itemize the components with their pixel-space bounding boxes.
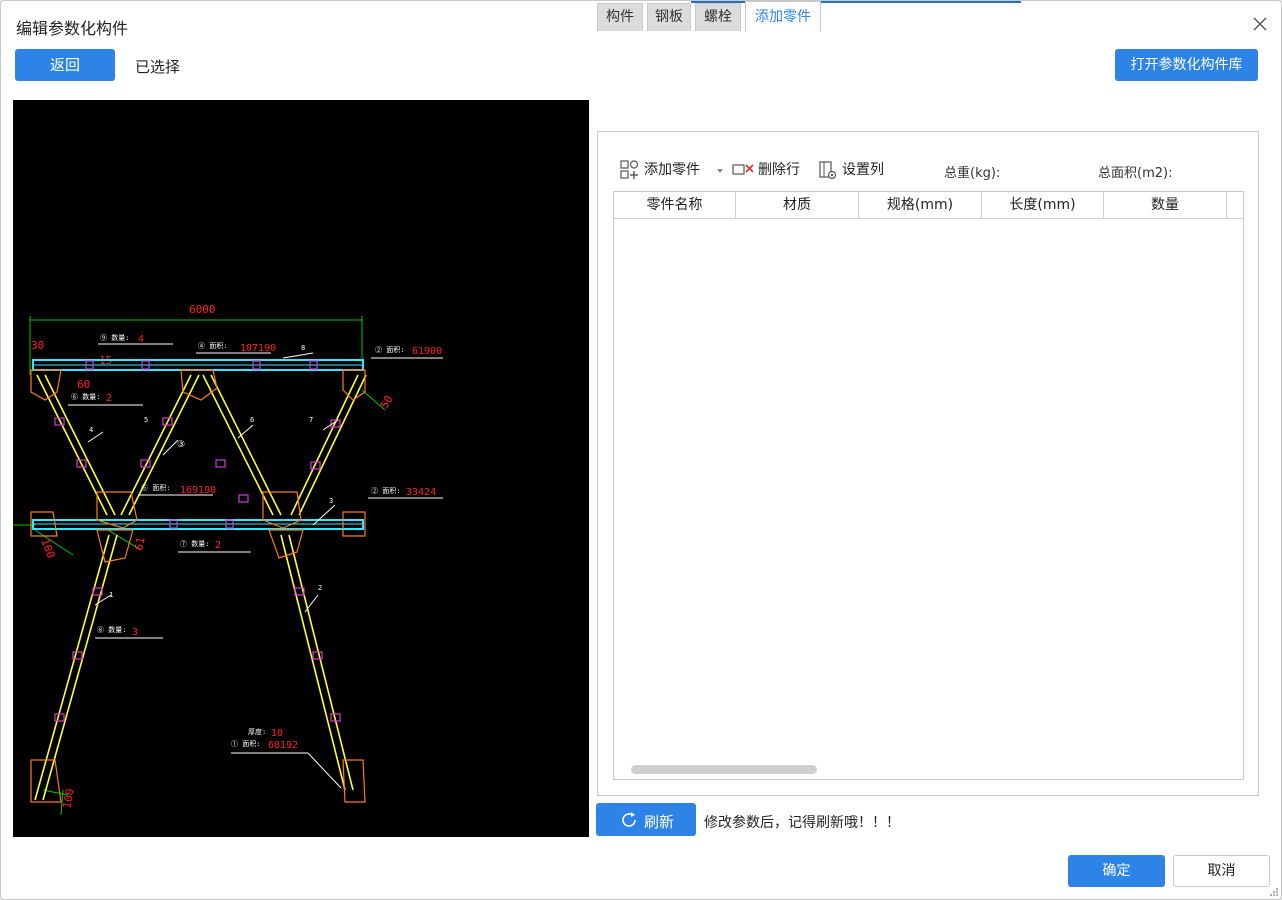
part-mark-7: 7 <box>309 416 313 424</box>
anno-bottom-thk-label: 厚度: <box>248 727 266 736</box>
dim-left-60: 60 <box>77 378 90 391</box>
add-part-icon <box>620 160 639 179</box>
set-columns-label: 设置列 <box>842 162 884 178</box>
anno-mid-right-label: ② 面积: <box>371 486 400 495</box>
anno-low-center-value: 2 <box>215 540 221 551</box>
tab-bolt[interactable]: 螺栓 <box>695 3 741 31</box>
refresh-icon <box>622 812 636 827</box>
part-mark-8: 8 <box>301 344 305 352</box>
cancel-button[interactable]: 取消 <box>1173 855 1270 887</box>
column-header-length[interactable]: 长度(mm) <box>982 192 1104 219</box>
part-mark-6: 6 <box>250 416 254 424</box>
parts-table: 零件名称 材质 规格(mm) 长度(mm) 数量 <box>613 191 1244 780</box>
anno-top-right-label: ② 面积: <box>375 345 404 354</box>
open-parametric-library-button[interactable]: 打开参数化构件库 <box>1115 49 1258 81</box>
anno-bottom-area-value: 68192 <box>268 740 298 751</box>
gusset-plates <box>30 369 366 803</box>
tab-add-part[interactable]: 添加零件 <box>745 1 821 32</box>
dim-bottom-100: 100 <box>60 788 76 810</box>
refresh-hint: 修改参数后，记得刷新哦！！！ <box>704 815 900 831</box>
resize-grip-icon[interactable] <box>1267 885 1279 897</box>
close-icon[interactable] <box>1251 15 1269 33</box>
dialog-title: 编辑参数化构件 <box>16 19 129 38</box>
anno-top-left-value: 4 <box>138 334 144 345</box>
anno-mid-left-value: 2 <box>106 393 112 404</box>
part-mark-5: 5 <box>144 416 148 424</box>
delete-row-button[interactable]: 删除行 <box>732 160 812 180</box>
cad-drawing-canvas[interactable]: 6000 30 60 50 1 5 100 61 100 ⑨ 数量: ④ 面积: … <box>13 100 589 837</box>
column-header-material[interactable]: 材质 <box>736 192 859 219</box>
edit-parametric-component-dialog: 编辑参数化构件 返回 已选择 打开参数化构件库 6000 30 60 50 15… <box>0 0 1282 900</box>
part-mark-3: 3 <box>329 497 333 505</box>
anno-low-left-value: 3 <box>132 627 138 638</box>
delete-row-icon <box>732 164 754 175</box>
anno-low-left-label: ⑧ 数量: <box>97 625 126 634</box>
ok-button[interactable]: 确定 <box>1068 855 1165 887</box>
cad-drawing: 6000 30 60 50 1 5 100 61 100 ⑨ 数量: ④ 面积: … <box>13 303 443 816</box>
dim-mid-61: 61 <box>132 536 147 551</box>
anno-top-left-label: ⑨ 数量: <box>100 333 129 342</box>
dim-top-width: 6000 <box>189 303 216 316</box>
refresh-button[interactable]: 刷新 <box>596 803 696 836</box>
anno-low-center-label: ⑦ 数量: <box>180 539 209 548</box>
diagonal-members <box>34 374 367 801</box>
anno-center-value: 169190 <box>180 485 216 496</box>
set-columns-icon <box>819 161 837 180</box>
anno-top-mid-label: ④ 面积: <box>198 341 227 350</box>
dim-mid-100: 100 <box>38 537 57 560</box>
set-columns-button[interactable]: 设置列 <box>818 160 894 180</box>
column-header-part-name[interactable]: 零件名称 <box>614 192 736 219</box>
horizontal-scrollbar[interactable] <box>631 765 817 774</box>
dropdown-caret-icon[interactable] <box>716 168 724 174</box>
add-part-panel: 添加零件 删除行 设置列 总重(kg): 总面积(m2): 零件名称 材质 规格… <box>597 131 1259 796</box>
add-part-button[interactable]: 添加零件 <box>620 160 730 180</box>
total-area-label: 总面积(m2): <box>1098 166 1173 181</box>
tab-steel-plate[interactable]: 钢板 <box>647 3 691 31</box>
column-header-spec[interactable]: 规格(mm) <box>859 192 982 219</box>
dim-left-30: 30 <box>31 339 44 352</box>
anno-mid-right-value: 33424 <box>406 487 436 498</box>
selected-label: 已选择 <box>135 58 181 76</box>
part-mark-circle-3: ③ <box>177 440 185 450</box>
table-header: 零件名称 材质 规格(mm) 长度(mm) 数量 <box>614 192 1243 219</box>
part-mark-1: 1 <box>109 591 113 599</box>
back-button[interactable]: 返回 <box>15 49 115 81</box>
refresh-label: 刷新 <box>644 813 675 831</box>
dimension-lines <box>13 316 386 816</box>
anno-bottom-area-label: ① 面积: <box>231 739 260 748</box>
add-part-label: 添加零件 <box>644 162 700 178</box>
delete-row-label: 删除行 <box>758 162 800 178</box>
total-weight-label: 总重(kg): <box>944 166 1001 181</box>
anno-top-mid-value: 107190 <box>240 343 276 354</box>
part-mark-4: 4 <box>89 426 93 434</box>
anno-bottom-thk-value: 10 <box>271 728 283 739</box>
anno-top-right-value: 61900 <box>412 346 442 357</box>
anno-mid-left-label: ⑥ 数量: <box>71 392 100 401</box>
tab-component[interactable]: 构件 <box>597 3 643 31</box>
anno-center-label: ⑤ 面积: <box>141 483 170 492</box>
dim-right-50: 50 <box>378 393 396 411</box>
part-mark-2: 2 <box>318 584 322 592</box>
column-header-quantity[interactable]: 数量 <box>1104 192 1227 219</box>
